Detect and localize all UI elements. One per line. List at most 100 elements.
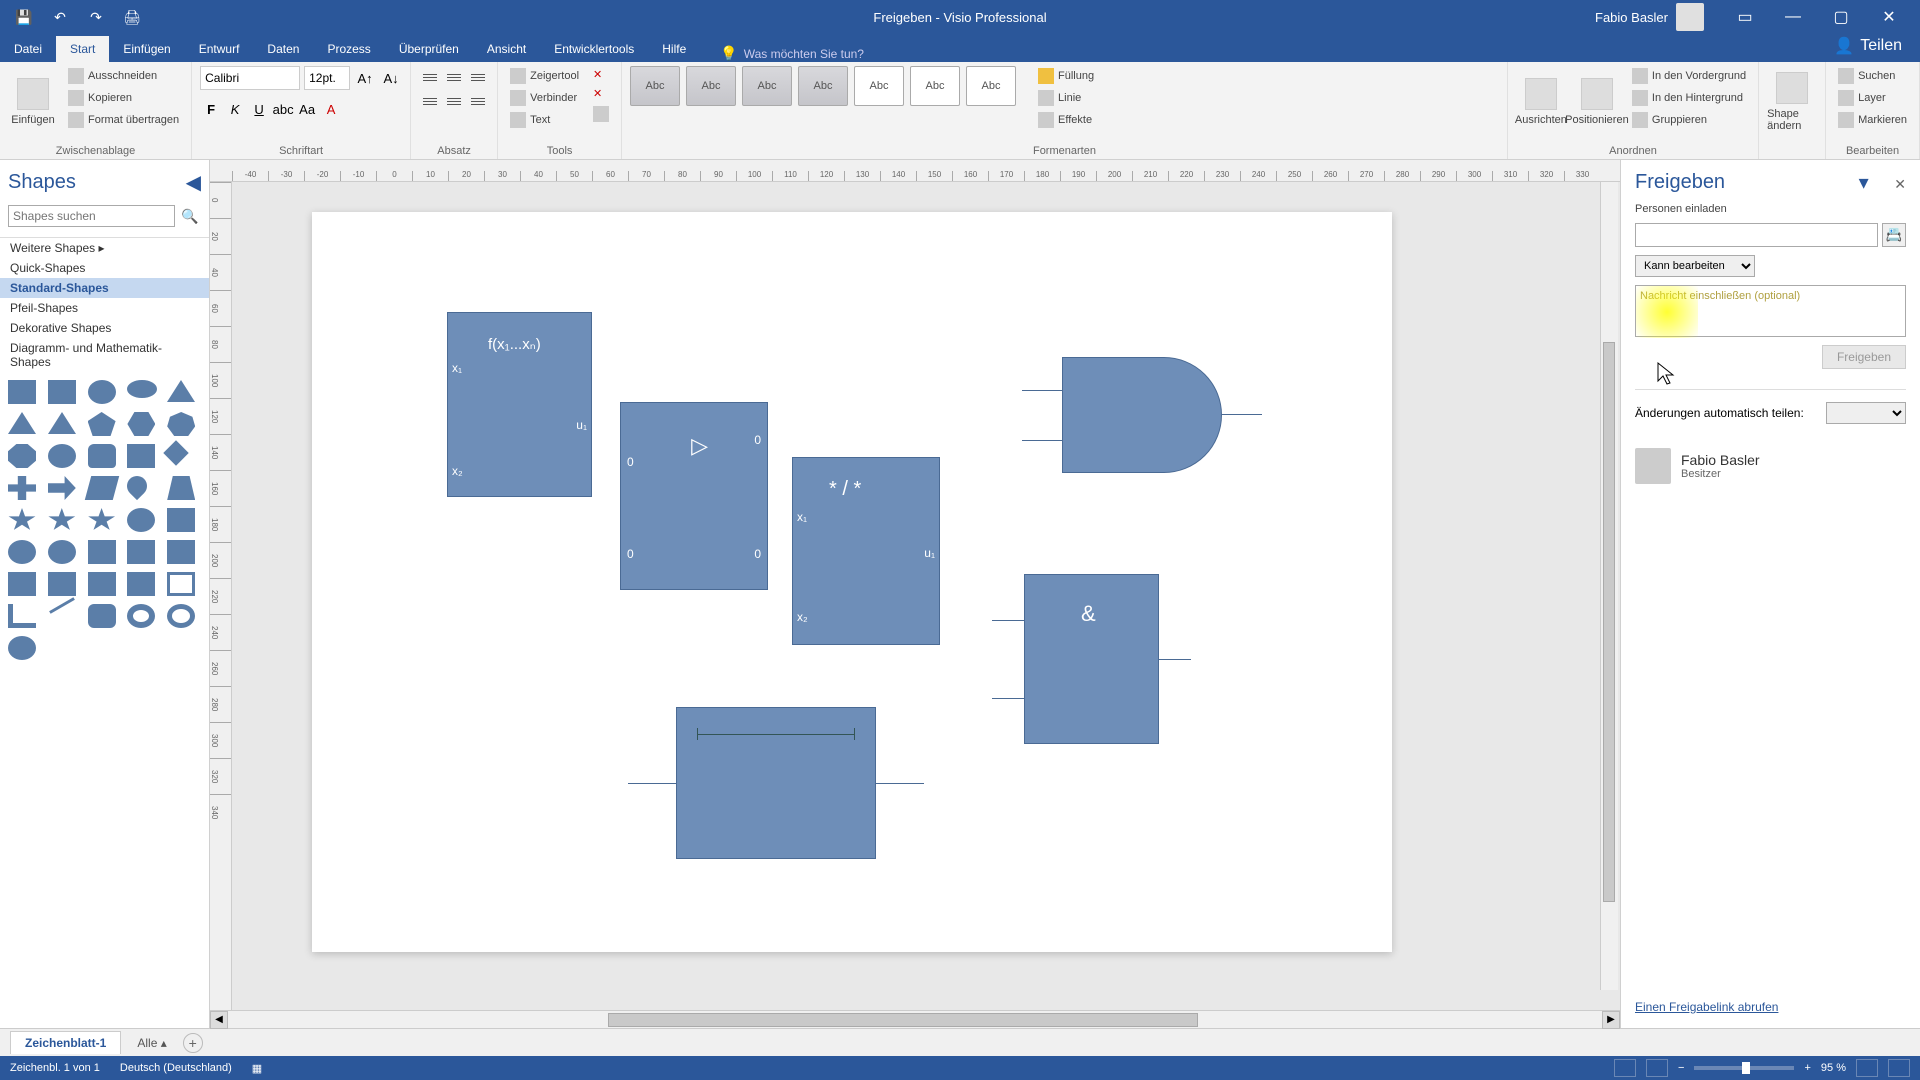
delete-x-button[interactable]: ✕ [589,66,613,83]
shape-roundrect[interactable] [88,604,116,628]
shape-star5[interactable] [48,508,76,532]
shape-round2[interactable] [48,540,76,564]
cat-standard-shapes[interactable]: Standard-Shapes [0,278,209,298]
bullets-button[interactable] [467,66,489,88]
fit-window-button[interactable] [1856,1059,1878,1077]
pointer-tool-button[interactable]: Zeigertool [506,66,583,86]
bold-button[interactable]: F [200,98,222,120]
strikethrough-button[interactable]: abc [272,98,294,120]
search-go-button[interactable]: 🔍 [179,205,201,227]
shape-gear[interactable] [127,508,155,532]
get-share-link[interactable]: Einen Freigabelink abrufen [1635,1000,1778,1014]
cat-decorative-shapes[interactable]: Dekorative Shapes [0,318,209,338]
auto-share-select[interactable] [1826,402,1906,424]
shape-zero-block[interactable]: ▷ 0 0 0 0 [620,402,768,590]
cat-arrow-shapes[interactable]: Pfeil-Shapes [0,298,209,318]
zoom-thumb[interactable] [1742,1062,1750,1074]
shape-multdiv-block[interactable]: * / * x₁ u₁ x₂ [792,457,940,645]
change-shape-button[interactable]: Shape ändern [1767,66,1817,138]
minimize-button[interactable]: — [1770,0,1816,34]
shape-triangle-right[interactable] [167,380,195,402]
horizontal-scrollbar[interactable]: ◀ ▶ [210,1010,1620,1028]
scroll-thumb[interactable] [608,1013,1198,1027]
shape-heptagon[interactable] [167,412,195,436]
tab-ueberpruefen[interactable]: Überprüfen [385,36,473,62]
layer-button[interactable]: Layer [1834,88,1911,108]
message-textarea[interactable]: Nachricht einschließen (optional) [1635,285,1906,337]
shape-plus[interactable] [8,476,36,500]
canvas-viewport[interactable]: f(x₁...xₙ) x₁ u₁ x₂ ▷ 0 0 0 0 [232,182,1620,1010]
shape-circle2[interactable] [48,444,76,468]
line-button[interactable]: Linie [1034,88,1098,108]
add-sheet-button[interactable]: + [183,1033,203,1053]
cat-diagram-shapes[interactable]: Diagramm- und Mathematik-Shapes [0,338,209,372]
align-left-button[interactable] [419,90,441,112]
share-close-button[interactable]: ✕ [1894,176,1906,192]
shape-dot[interactable] [8,636,36,660]
shape-cube[interactable] [127,444,155,468]
cut-button[interactable]: Ausschneiden [64,66,183,86]
tab-prozess[interactable]: Prozess [313,36,384,62]
user-avatar[interactable] [1676,3,1704,31]
shape-can[interactable] [88,444,116,468]
tab-daten[interactable]: Daten [253,36,313,62]
effects-button[interactable]: Effekte [1034,110,1098,130]
shape-rectangle[interactable] [8,380,36,404]
sheet-selector[interactable]: Alle ▴ [129,1036,174,1050]
shape-amp-block[interactable]: & [1024,574,1159,744]
shape-octagon[interactable] [8,444,36,468]
scroll-thumb[interactable] [1603,342,1615,902]
tab-datei[interactable]: Datei [0,36,56,62]
italic-button[interactable]: K [224,98,246,120]
shapes-search-input[interactable] [8,205,175,227]
view-presentation-button[interactable] [1646,1059,1668,1077]
style-1-button[interactable]: Abc [630,66,680,106]
vertical-scrollbar[interactable] [1600,182,1618,990]
tab-hilfe[interactable]: Hilfe [648,36,700,62]
shape-hexagon[interactable] [127,412,155,436]
zoom-in-button[interactable]: + [1804,1062,1810,1074]
font-size-select[interactable] [304,66,350,90]
tellme-search[interactable]: 💡 Was möchten Sie tun? [720,45,864,62]
zoom-slider[interactable] [1694,1066,1794,1070]
style-4-button[interactable]: Abc [798,66,848,106]
pan-tool-button[interactable] [1888,1059,1910,1077]
shape-rect8[interactable] [127,572,155,596]
font-family-select[interactable] [200,66,300,90]
shape-rect4[interactable] [167,540,195,564]
invite-email-input[interactable] [1635,223,1878,247]
align-top-center-button[interactable] [443,66,465,88]
shape-nosign[interactable] [167,604,195,628]
view-normal-button[interactable] [1614,1059,1636,1077]
macro-icon[interactable]: ▦ [252,1062,262,1075]
tab-entwicklertools[interactable]: Entwicklertools [540,36,648,62]
permission-select[interactable]: Kann bearbeiten [1635,255,1755,277]
language-indicator[interactable]: Deutsch (Deutschland) [120,1062,232,1074]
shape-ellipse[interactable] [127,380,157,398]
tab-einfuegen[interactable]: Einfügen [109,36,184,62]
shape-star4[interactable] [8,508,36,532]
fill-button[interactable]: Füllung [1034,66,1098,86]
font-color-button[interactable]: A [320,98,342,120]
shape-drop[interactable] [123,472,151,500]
redo-button[interactable]: ↷ [80,3,112,31]
ribbon-options-button[interactable]: ▭ [1722,0,1768,34]
shape-rect2[interactable] [88,540,116,564]
share-dropdown-icon[interactable]: ▾ [1859,172,1869,194]
send-backward-button[interactable]: In den Hintergrund [1628,88,1750,108]
save-button[interactable]: 💾 [8,3,40,31]
shape-trapezoid[interactable] [167,476,195,500]
tab-start[interactable]: Start [56,36,109,62]
shape-bottom-block[interactable] [676,707,876,859]
share-submit-button[interactable]: Freigeben [1822,345,1906,369]
style-5-button[interactable]: Abc [854,66,904,106]
shape-rect5[interactable] [8,572,36,596]
tab-entwurf[interactable]: Entwurf [185,36,254,62]
close-button[interactable]: ✕ [1866,0,1912,34]
shape-corner[interactable] [8,604,36,628]
shape-line[interactable] [49,597,75,614]
shrink-font-button[interactable]: A↓ [380,67,402,89]
shape-triangle[interactable] [8,412,36,434]
sheet-tab-1[interactable]: Zeichenblatt-1 [10,1031,121,1054]
shape-burst[interactable] [167,508,195,532]
